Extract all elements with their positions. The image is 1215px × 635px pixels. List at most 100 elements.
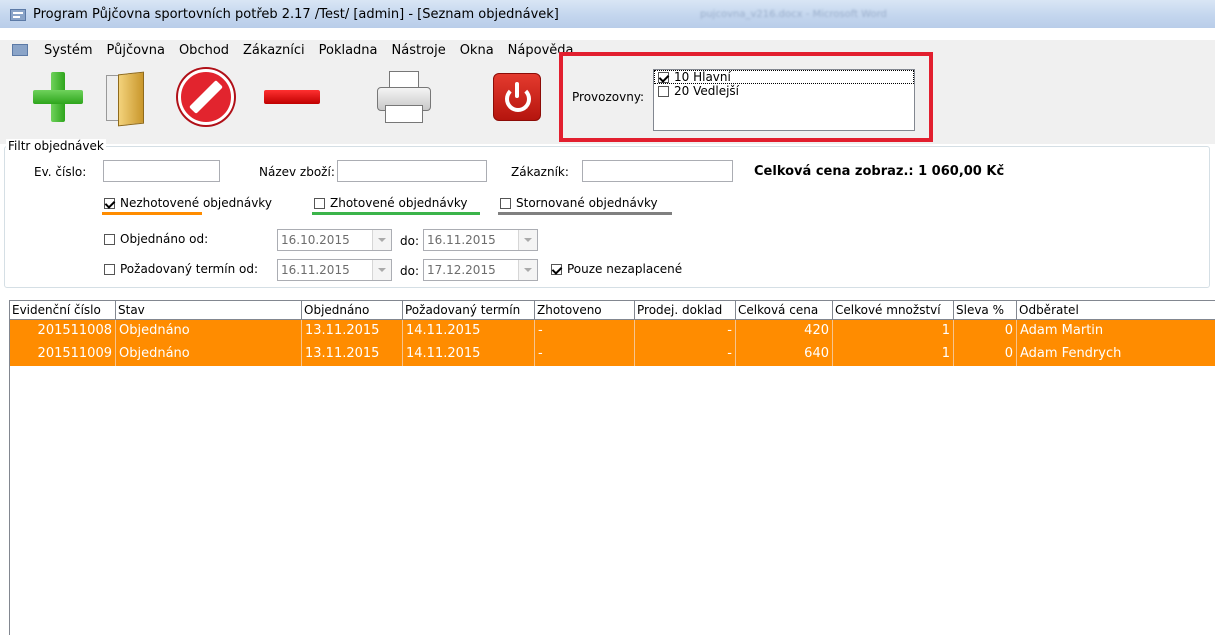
mdi-window-icon[interactable] — [12, 44, 28, 56]
zakaznik-input[interactable] — [582, 160, 733, 182]
nazev-zbozi-input[interactable] — [337, 160, 487, 182]
orders-grid[interactable]: Evidenční číslo Stav Objednáno Požadovan… — [9, 300, 1215, 635]
total-price: Celková cena zobraz.: 1 060,00 Kč — [754, 164, 1005, 179]
delete-icon — [264, 90, 320, 104]
stornovane-checkbox[interactable]: Stornované objednávky — [500, 196, 658, 210]
exit-button[interactable] — [487, 66, 547, 128]
cell-celkove-mnozstvi: 1 — [833, 320, 954, 343]
column-header[interactable]: Stav — [116, 301, 302, 319]
date-value: 17.12.2015 — [427, 263, 496, 277]
column-header[interactable]: Sleva % — [954, 301, 1017, 319]
nazev-zbozi-label: Název zboží: — [259, 165, 335, 179]
printer-icon — [375, 71, 431, 123]
objednano-od-label: Objednáno od: — [120, 232, 209, 246]
pouze-nezaplacene-checkbox[interactable]: Pouze nezaplacené — [551, 262, 682, 276]
cancel-order-button[interactable] — [176, 66, 236, 128]
cell-celkova-cena: 640 — [736, 343, 833, 366]
column-header[interactable]: Odběratel — [1017, 301, 1215, 319]
cell-pozadovany-termin: 14.11.2015 — [403, 320, 535, 343]
highlight-annotation — [559, 52, 933, 142]
ev-cislo-label: Ev. číslo: — [34, 165, 87, 179]
column-header[interactable]: Požadovaný termín — [403, 301, 535, 319]
menu-obchod[interactable]: Obchod — [172, 42, 236, 60]
cell-stav: Objednáno — [116, 343, 302, 366]
objednano-to-date[interactable]: 16.11.2015 — [423, 229, 538, 251]
menu-pujcovna[interactable]: Půjčovna — [99, 42, 171, 60]
stornovane-label: Stornované objednávky — [516, 196, 658, 210]
stornovane-color-line — [498, 212, 672, 215]
app-icon — [10, 9, 26, 21]
pouze-nezaplacene-label: Pouze nezaplacené — [567, 262, 683, 276]
objednano-from-date[interactable]: 16.10.2015 — [277, 229, 392, 251]
column-header[interactable]: Objednáno — [302, 301, 403, 319]
column-header[interactable]: Celková cena — [736, 301, 833, 319]
open-document-button[interactable] — [94, 66, 154, 128]
column-header[interactable]: Prodej. doklad — [635, 301, 736, 319]
do-label: do: — [400, 264, 420, 278]
zhotovene-label: Zhotovené objednávky — [330, 196, 468, 210]
cell-sleva: 0 — [954, 343, 1017, 366]
nezhotovene-checkbox[interactable]: Nezhotovené objednávky — [104, 196, 272, 210]
dropdown-arrow-icon[interactable] — [372, 230, 391, 250]
cell-celkova-cena: 420 — [736, 320, 833, 343]
ev-cislo-input[interactable] — [103, 160, 220, 182]
nezhotovene-label: Nezhotovené objednávky — [120, 196, 272, 210]
add-button[interactable] — [28, 66, 88, 128]
cell-objednano: 13.11.2015 — [302, 343, 403, 366]
zakaznik-label: Zákazník: — [511, 165, 569, 179]
menu-okna[interactable]: Okna — [453, 42, 501, 60]
cell-prodej-doklad: - — [635, 343, 736, 366]
cell-pozadovany-termin: 14.11.2015 — [403, 343, 535, 366]
termin-to-date[interactable]: 17.12.2015 — [423, 259, 538, 281]
dropdown-arrow-icon[interactable] — [372, 260, 391, 280]
cell-prodej-doklad: - — [635, 320, 736, 343]
cancel-icon — [178, 69, 234, 125]
cell-celkove-mnozstvi: 1 — [833, 343, 954, 366]
cell-zhotoveno: - — [535, 320, 635, 343]
cell-evidencni-cislo: 201511008 — [10, 320, 116, 343]
checkbox-box[interactable] — [314, 197, 325, 209]
title-bar: Program Půjčovna sportovních potřeb 2.17… — [0, 0, 1215, 28]
cell-zhotoveno: - — [535, 343, 635, 366]
objednano-od-checkbox[interactable]: Objednáno od: — [104, 232, 208, 246]
checkbox-box[interactable] — [500, 197, 511, 209]
menu-pokladna[interactable]: Pokladna — [312, 42, 385, 60]
cell-sleva: 0 — [954, 320, 1017, 343]
dropdown-arrow-icon[interactable] — [518, 230, 537, 250]
termin-od-label: Požadovaný termín od: — [120, 262, 258, 276]
table-row[interactable]: 201511008 Objednáno 13.11.2015 14.11.201… — [10, 320, 1215, 343]
power-icon — [493, 73, 541, 121]
termin-from-date[interactable]: 16.11.2015 — [277, 259, 392, 281]
do-label: do: — [400, 234, 420, 248]
checkbox-box[interactable] — [551, 263, 562, 275]
delete-button[interactable] — [262, 66, 322, 128]
column-header[interactable]: Zhotoveno — [535, 301, 635, 319]
menu-system[interactable]: Systém — [37, 42, 99, 60]
nezhotovene-color-line — [102, 212, 202, 215]
checkbox-box[interactable] — [104, 233, 115, 245]
add-icon — [33, 72, 83, 122]
cell-odberatel: Adam Martin — [1020, 323, 1104, 338]
checkbox-box[interactable] — [104, 263, 115, 275]
column-header[interactable]: Evidenční číslo — [10, 301, 116, 319]
cell-stav: Objednáno — [116, 320, 302, 343]
cell-odberatel: Adam Fendrych — [1020, 346, 1122, 361]
menu-nastroje[interactable]: Nástroje — [385, 42, 453, 60]
cell-evidencni-cislo: 201511009 — [10, 343, 116, 366]
dropdown-arrow-icon[interactable] — [518, 260, 537, 280]
grid-header: Evidenční číslo Stav Objednáno Požadovan… — [10, 300, 1215, 320]
print-button[interactable] — [373, 66, 433, 128]
date-value: 16.11.2015 — [281, 263, 350, 277]
cell-objednano: 13.11.2015 — [302, 320, 403, 343]
checkbox-box[interactable] — [104, 197, 115, 209]
window-title: Program Půjčovna sportovních potřeb 2.17… — [33, 7, 559, 22]
zhotovene-color-line — [312, 212, 480, 215]
column-header[interactable]: Celkové množství — [833, 301, 954, 319]
date-value: 16.11.2015 — [427, 233, 496, 247]
menu-zakaznici[interactable]: Zákazníci — [236, 42, 312, 60]
zhotovene-checkbox[interactable]: Zhotovené objednávky — [314, 196, 467, 210]
table-row[interactable]: 201511009 Objednáno 13.11.2015 14.11.201… — [10, 343, 1215, 366]
background-window-title: pujcovna_v216.docx - Microsoft Word — [700, 9, 887, 20]
termin-od-checkbox[interactable]: Požadovaný termín od: — [104, 262, 258, 276]
document-icon — [104, 71, 144, 127]
